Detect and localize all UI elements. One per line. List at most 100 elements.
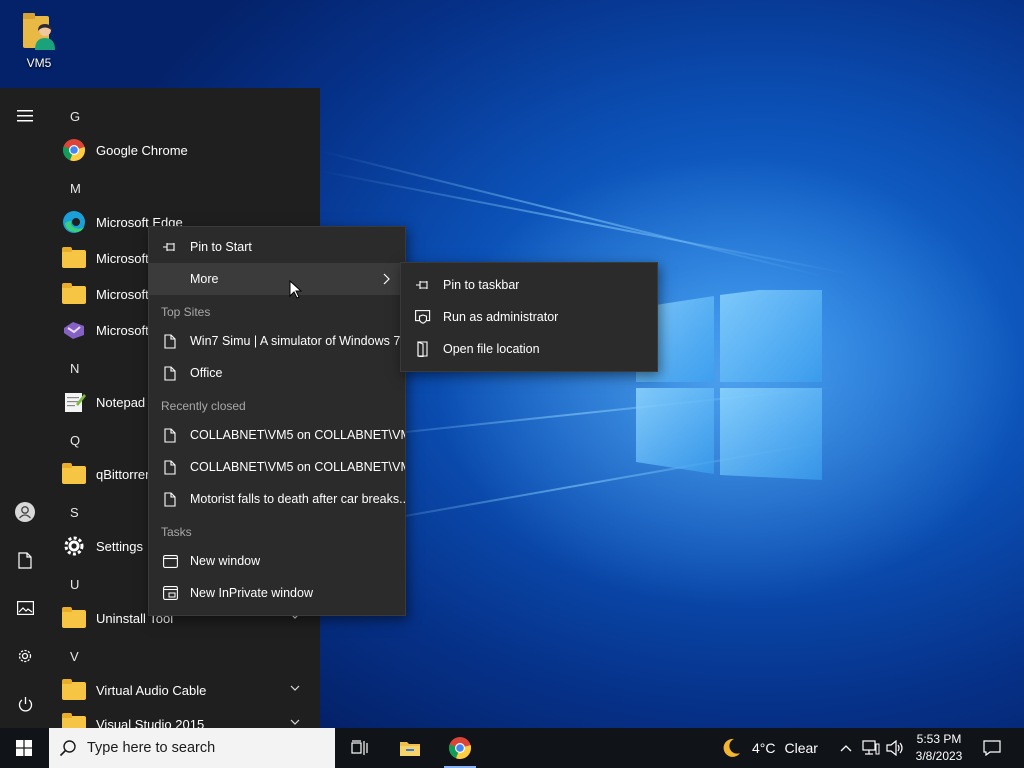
tasks-header: Tasks: [161, 525, 192, 539]
menu-item-label: Pin to Start: [190, 240, 252, 254]
page-icon: [162, 365, 178, 381]
folder-icon: [62, 246, 86, 270]
weather-widget[interactable]: 4°C Clear: [720, 728, 818, 768]
task-view-icon: [351, 740, 368, 755]
page-icon: [162, 333, 178, 349]
start-rail: [0, 88, 50, 728]
recently-closed-item[interactable]: COLLABNET\VM5 on COLLABNET\VM5: [149, 419, 405, 451]
section-letter-u[interactable]: U: [70, 577, 79, 592]
documents-button[interactable]: [9, 544, 41, 576]
app-label: Microsoft: [96, 286, 149, 302]
chevron-up-icon: [840, 745, 852, 752]
folder-icon: [62, 678, 86, 702]
section-letter-v[interactable]: V: [70, 649, 79, 664]
start-button[interactable]: [0, 728, 48, 768]
menu-item-label: Open file location: [443, 342, 540, 356]
weather-condition: Clear: [784, 740, 818, 756]
picture-icon: [16, 601, 34, 615]
power-button[interactable]: [9, 688, 41, 720]
chevron-down-icon: [290, 685, 300, 691]
more-item[interactable]: More: [149, 263, 405, 295]
chrome-icon: [62, 138, 86, 162]
recently-closed-item[interactable]: Motorist falls to death after car breaks…: [149, 483, 405, 515]
file-explorer-button[interactable]: [386, 728, 434, 768]
app-label: Visual Studio 2015: [96, 716, 205, 729]
speaker-icon: [886, 740, 903, 756]
windows-logo: [636, 290, 822, 480]
gear-icon: [18, 649, 32, 663]
pin-to-start-item[interactable]: Pin to Start: [149, 231, 405, 263]
menu-item-label: Run as administrator: [443, 310, 559, 324]
chevron-right-icon: [383, 273, 390, 285]
new-inprivate-window-item[interactable]: New InPrivate window: [149, 577, 405, 609]
folder-location-icon: [415, 341, 431, 357]
top-site-item[interactable]: Office: [149, 357, 405, 389]
hamburger-icon: [17, 110, 33, 122]
recently-closed-header: Recently closed: [161, 399, 246, 413]
top-sites-header: Top Sites: [161, 305, 211, 319]
chevron-down-icon: [290, 719, 300, 725]
section-letter-q[interactable]: Q: [70, 433, 80, 448]
search-icon: [59, 740, 76, 757]
shield-icon: [415, 309, 431, 325]
menu-item-label: New window: [190, 554, 261, 568]
mouse-cursor-icon: [289, 280, 302, 299]
app-label: Microsoft: [96, 322, 149, 338]
app-label: Notepad: [96, 394, 146, 410]
inprivate-window-icon: [162, 585, 178, 601]
desktop-icon-label: VM5: [26, 56, 52, 70]
user-account-button[interactable]: [9, 496, 41, 528]
menu-item-label: Win7 Simu | A simulator of Windows 7: [190, 334, 401, 348]
new-window-item[interactable]: New window: [149, 545, 405, 577]
power-icon: [18, 696, 32, 711]
menu-item-label: Pin to taskbar: [443, 278, 520, 292]
recently-closed-item[interactable]: COLLABNET\VM5 on COLLABNET\VM5: [149, 451, 405, 483]
pin-icon: [162, 239, 178, 255]
notification-icon: [983, 740, 1001, 756]
menu-item-label: COLLABNET\VM5 on COLLABNET\VM5: [190, 428, 405, 442]
volume-button[interactable]: [884, 728, 906, 768]
app-label: Google Chrome: [96, 142, 188, 158]
desktop-icon-user-folder[interactable]: VM5: [10, 8, 68, 70]
more-submenu: Pin to taskbar Run as administrator Open…: [400, 262, 658, 372]
menu-item-label: Motorist falls to death after car breaks…: [190, 492, 405, 506]
clock-date: 3/8/2023: [915, 749, 963, 763]
window-icon: [162, 553, 178, 569]
chrome-taskbar-button[interactable]: [436, 728, 484, 768]
folder-icon: [62, 606, 86, 630]
clock[interactable]: 5:53 PM 3/8/2023: [906, 731, 972, 765]
task-view-button[interactable]: [336, 728, 384, 768]
folder-icon: [62, 712, 86, 728]
visual-studio-icon: [62, 318, 86, 342]
settings-button[interactable]: [9, 640, 41, 672]
open-file-location-item[interactable]: Open file location: [401, 333, 657, 365]
run-as-administrator-item[interactable]: Run as administrator: [401, 301, 657, 333]
document-icon: [18, 551, 32, 569]
pin-to-taskbar-item[interactable]: Pin to taskbar: [401, 269, 657, 301]
taskbar-search-box[interactable]: Type here to search: [49, 728, 335, 768]
folder-icon: [62, 282, 86, 306]
section-letter-g[interactable]: G: [70, 109, 80, 124]
app-visual-studio-2015[interactable]: Visual Studio 2015: [62, 708, 310, 728]
user-folder-icon: [19, 8, 59, 52]
section-letter-m[interactable]: M: [70, 181, 81, 196]
menu-item-label: COLLABNET\VM5 on COLLABNET\VM5: [190, 460, 405, 474]
show-hidden-icons-button[interactable]: [836, 728, 856, 768]
app-google-chrome[interactable]: Google Chrome: [62, 134, 310, 166]
section-letter-n[interactable]: N: [70, 361, 79, 376]
section-letter-s[interactable]: S: [70, 505, 79, 520]
user-icon: [15, 502, 35, 522]
network-button[interactable]: [860, 728, 882, 768]
pictures-button[interactable]: [9, 592, 41, 624]
app-context-menu: Pin to Start More Top Sites Win7 Simu | …: [148, 226, 406, 616]
chrome-icon: [448, 737, 472, 759]
top-site-item[interactable]: Win7 Simu | A simulator of Windows 7: [149, 325, 405, 357]
taskbar: Type here to search 4°C Clear 5:53 PM 3/…: [0, 728, 1024, 768]
hamburger-menu-button[interactable]: [9, 100, 41, 132]
notepad-plus-plus-icon: [62, 390, 86, 414]
windows-start-icon: [16, 740, 32, 756]
action-center-button[interactable]: [976, 728, 1008, 768]
app-virtual-audio-cable[interactable]: Virtual Audio Cable: [62, 674, 310, 706]
edge-icon: [62, 210, 86, 234]
pin-icon: [415, 277, 431, 293]
